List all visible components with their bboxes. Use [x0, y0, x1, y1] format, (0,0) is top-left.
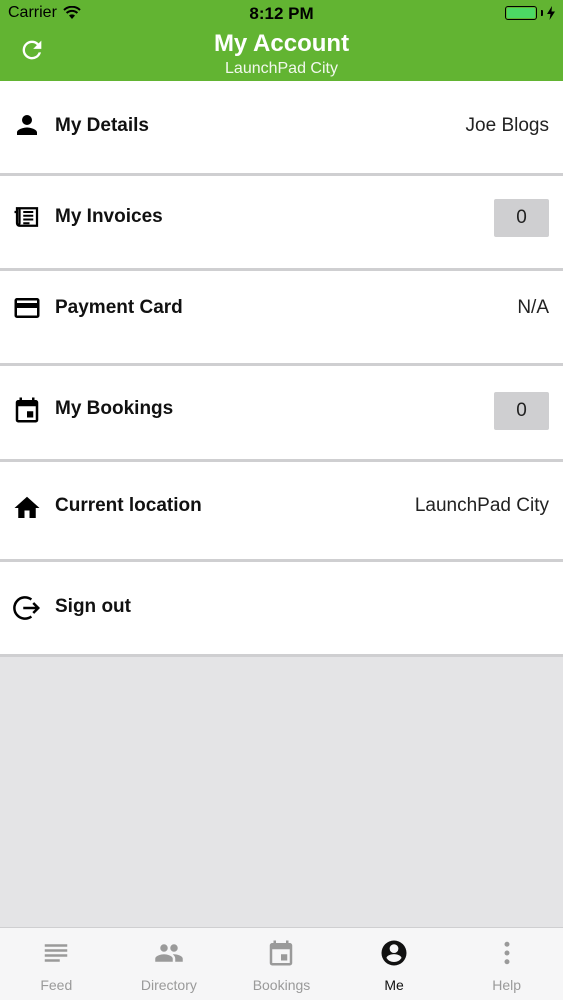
newspaper-icon	[14, 207, 39, 227]
invoice-count-badge: 0	[494, 199, 549, 237]
tab-label: Directory	[140, 977, 197, 993]
tab-bookings[interactable]: Bookings	[225, 928, 338, 1000]
tab-label: Me	[384, 977, 404, 993]
row-payment-card[interactable]: Payment Card N/A	[0, 271, 563, 366]
feed-icon	[45, 944, 68, 962]
tab-bar: Feed Directory Bookings Me Help	[0, 927, 563, 1000]
people-icon	[155, 944, 183, 962]
row-current-location[interactable]: Current location LaunchPad City	[0, 462, 563, 562]
tab-directory[interactable]: Directory	[113, 928, 226, 1000]
row-my-bookings[interactable]: My Bookings 0	[0, 366, 563, 462]
more-vertical-icon	[504, 941, 510, 965]
page-subtitle: LaunchPad City	[225, 60, 338, 77]
row-value: LaunchPad City	[414, 495, 549, 516]
row-my-details[interactable]: My Details Joe Blogs	[0, 81, 563, 176]
person-icon	[17, 115, 37, 135]
tab-label: Feed	[40, 977, 73, 993]
row-label: Current location	[55, 495, 202, 516]
status-time: 8:12 PM	[249, 4, 314, 23]
row-label: Sign out	[55, 596, 131, 617]
sign-out-button[interactable]: Sign out	[0, 562, 563, 657]
app-header: My Account LaunchPad City	[0, 28, 563, 81]
row-label: My Bookings	[55, 398, 174, 419]
row-value: N/A	[517, 297, 549, 318]
battery-icon	[505, 6, 537, 20]
row-my-invoices[interactable]: My Invoices 0	[0, 176, 563, 271]
tab-label: Bookings	[252, 977, 311, 993]
tab-help[interactable]: Help	[450, 928, 563, 1000]
booking-count-badge: 0	[494, 392, 549, 430]
charging-bolt-icon	[547, 6, 555, 20]
account-circle-icon	[381, 940, 407, 966]
row-value: Joe Blogs	[465, 115, 549, 136]
row-label: Payment Card	[55, 297, 183, 318]
tab-me[interactable]: Me	[338, 928, 451, 1000]
row-label: My Invoices	[55, 206, 163, 227]
page-title: My Account	[213, 30, 350, 57]
credit-card-icon	[14, 298, 40, 318]
row-label: My Details	[55, 115, 149, 136]
calendar-icon	[15, 397, 39, 423]
tab-label: Help	[492, 977, 522, 993]
sign-out-icon	[13, 596, 41, 620]
status-bar: Carrier 8:12 PM	[0, 0, 563, 28]
account-menu: My Details Joe Blogs My Invoices 0 Payme…	[0, 81, 563, 657]
tab-feed[interactable]: Feed	[0, 928, 113, 1000]
home-icon	[14, 496, 40, 518]
calendar-icon	[270, 940, 293, 966]
